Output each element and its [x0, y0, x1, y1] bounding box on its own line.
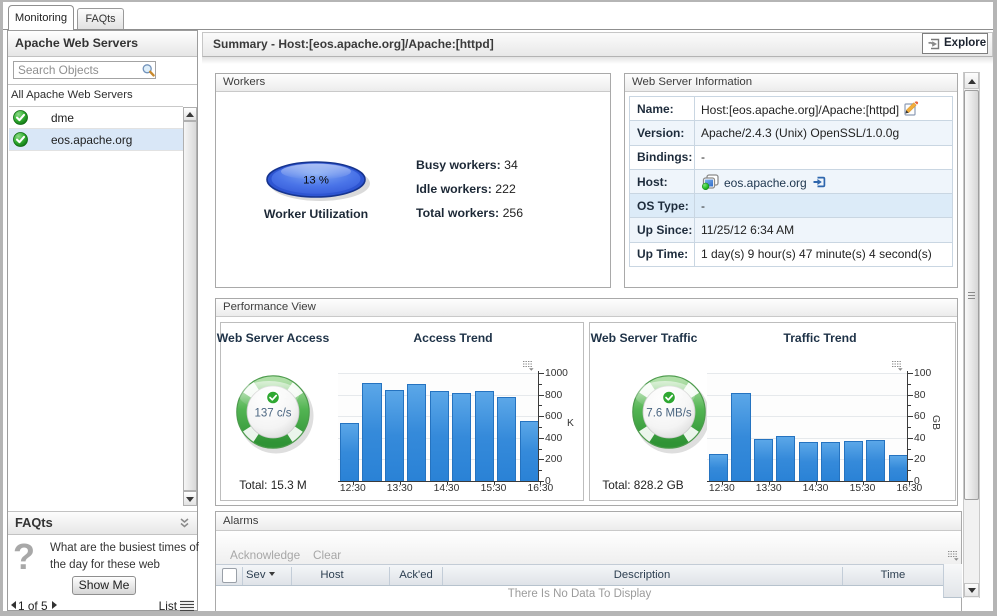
- svg-text:137 c/s: 137 c/s: [254, 408, 291, 420]
- svg-text:13 %: 13 %: [303, 174, 329, 186]
- svg-text:7.6 MB/s: 7.6 MB/s: [646, 408, 692, 420]
